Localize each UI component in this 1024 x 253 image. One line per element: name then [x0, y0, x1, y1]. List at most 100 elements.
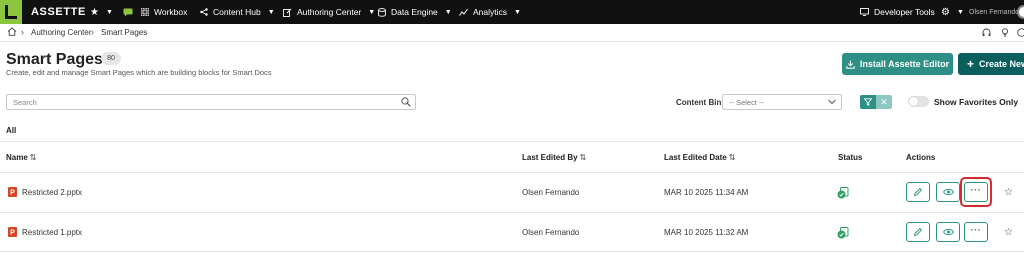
pptx-file-icon: P: [8, 187, 17, 197]
close-icon: ✕: [880, 97, 888, 107]
status-published-icon: [837, 187, 849, 199]
avatar[interactable]: [1017, 5, 1024, 19]
row-name[interactable]: Restricted 1.pptx: [22, 228, 82, 237]
nav-workbox[interactable]: Workbox: [141, 0, 187, 24]
pencil-icon: [913, 227, 923, 237]
monitor-icon: [860, 8, 869, 16]
show-favorites-label: Show Favorites Only: [934, 97, 1019, 107]
nav-developer-tools[interactable]: Developer Tools: [860, 0, 935, 24]
column-header-name[interactable]: Name ⇅: [6, 153, 37, 162]
headset-icon[interactable]: [982, 28, 991, 37]
preview-button[interactable]: [936, 222, 960, 242]
nav-content-hub-label: Content Hub: [213, 7, 261, 17]
column-header-last-edited-date[interactable]: Last Edited Date ⇅: [664, 153, 735, 162]
search-icon[interactable]: [401, 97, 411, 107]
breadcrumb: › Authoring Center › Smart Pages: [0, 24, 1024, 42]
more-icon: ···: [970, 225, 982, 235]
chat-icon: [123, 8, 133, 17]
chevron-down-icon: ▼: [368, 8, 376, 16]
favorite-star-icon[interactable]: ☆: [1004, 227, 1013, 238]
column-header-last-edited-by[interactable]: Last Edited By ⇅: [522, 153, 586, 162]
database-icon: [378, 7, 386, 17]
edit-button[interactable]: [906, 222, 930, 242]
highlight-box: [960, 177, 992, 207]
column-header-status: Status: [838, 153, 863, 162]
search-placeholder: Search: [13, 98, 37, 107]
install-assette-editor-button[interactable]: Install Assette Editor: [842, 53, 953, 75]
sort-icon[interactable]: ⇅: [729, 153, 736, 162]
column-header-last-edited-by-label: Last Edited By: [522, 153, 578, 162]
install-assette-editor-label: Install Assette Editor: [859, 59, 950, 69]
breadcrumb-item-smart-pages: Smart Pages: [101, 28, 148, 37]
clear-filter-button[interactable]: ✕: [876, 95, 892, 109]
row-divider: [0, 251, 1024, 252]
row-last-edited-date: MAR 10 2025 11:34 AM: [664, 188, 749, 197]
svg-text:P: P: [10, 190, 15, 197]
assette-logo[interactable]: [0, 0, 22, 24]
preview-button[interactable]: [936, 182, 960, 202]
page-subtitle: Create, edit and manage Smart Pages whic…: [6, 68, 272, 77]
column-header-actions: Actions: [906, 153, 936, 162]
nav-analytics[interactable]: Analytics ▼: [459, 0, 521, 24]
search-input[interactable]: Search: [6, 94, 416, 110]
nav-content-hub[interactable]: Content Hub ▼: [200, 0, 275, 24]
filter-icon: [864, 98, 872, 106]
gear-icon: ⚙: [941, 6, 950, 18]
lightbulb-icon[interactable]: [1001, 28, 1009, 37]
favorite-star-icon[interactable]: ☆: [1004, 187, 1013, 198]
nav-developer-tools-label: Developer Tools: [874, 7, 935, 17]
nav-data-engine[interactable]: Data Engine ▼: [378, 0, 452, 24]
plus-icon: +: [967, 56, 975, 71]
show-favorites-toggle[interactable]: [908, 96, 929, 107]
more-actions-button[interactable]: ···: [964, 222, 988, 242]
edit-icon: [283, 8, 292, 17]
nav-authoring-center-label: Authoring Center: [297, 7, 362, 17]
star-icon: ★: [90, 6, 99, 18]
row-name[interactable]: Restricted 2.pptx: [22, 188, 82, 197]
row-divider: [0, 212, 1024, 213]
sort-icon[interactable]: ⇅: [580, 153, 587, 162]
tab-divider: [0, 141, 1024, 142]
page-title: Smart Pages: [6, 51, 103, 68]
tab-all[interactable]: All: [6, 126, 16, 135]
chevron-down-icon: ▼: [444, 8, 452, 16]
top-navigation-bar: ASSETTE ★ ▼ Workbox Content Hub ▼ Authori…: [0, 0, 1024, 24]
header-divider: [0, 172, 1024, 173]
column-header-last-edited-date-label: Last Edited Date: [664, 153, 727, 162]
chevron-down-icon: ▼: [267, 8, 275, 16]
create-new-button[interactable]: + Create New: [958, 53, 1024, 75]
nav-authoring-center[interactable]: Authoring Center ▼: [283, 0, 375, 24]
home-icon[interactable]: [7, 27, 17, 36]
settings-menu[interactable]: ⚙ ▼: [941, 0, 964, 24]
nav-analytics-label: Analytics: [473, 7, 508, 17]
pencil-icon: [913, 187, 923, 197]
breadcrumb-item-authoring-center[interactable]: Authoring Center: [31, 28, 91, 37]
help-icon[interactable]: [1017, 28, 1024, 37]
download-icon: [846, 60, 855, 69]
grid-icon: [141, 8, 149, 16]
status-published-icon: [837, 227, 849, 239]
row-last-edited-date: MAR 10 2025 11:32 AM: [664, 228, 749, 237]
favorites-menu[interactable]: ★ ▼: [90, 0, 113, 24]
chart-icon: [459, 8, 468, 16]
toggle-knob: [909, 97, 918, 106]
chevron-right-icon: ›: [91, 27, 94, 37]
content-bin-label: Content Bin: [676, 98, 722, 107]
chevron-down-icon: ▼: [105, 8, 113, 16]
chevron-down-icon: ▼: [956, 8, 964, 16]
brand-name: ASSETTE: [31, 6, 86, 18]
chevron-right-icon: ›: [21, 27, 24, 37]
content-bin-value: -- Select --: [729, 98, 765, 107]
share-icon: [200, 8, 208, 16]
user-menu[interactable]: Olsen Fernando: [969, 0, 1019, 24]
sort-icon[interactable]: ⇅: [30, 153, 37, 162]
chevron-down-icon: ▼: [514, 8, 521, 16]
nav-data-engine-label: Data Engine: [391, 7, 438, 17]
chat-button[interactable]: [123, 0, 133, 24]
filter-button[interactable]: [860, 95, 876, 109]
content-bin-select[interactable]: -- Select --: [722, 94, 842, 110]
row-last-edited-by: Olsen Fernando: [522, 188, 580, 197]
nav-workbox-label: Workbox: [154, 7, 188, 17]
edit-button[interactable]: [906, 182, 930, 202]
chevron-down-icon: [828, 99, 836, 105]
